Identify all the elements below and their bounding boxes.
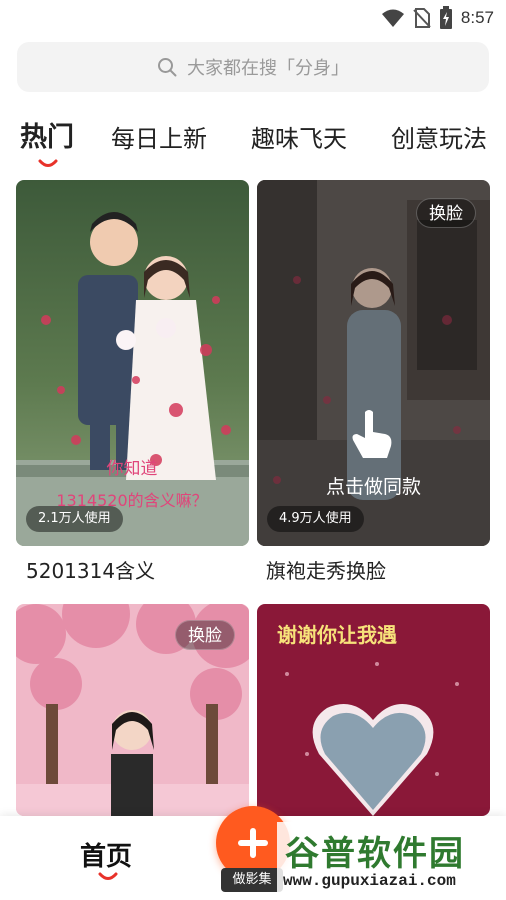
tab-fun-flying[interactable]: 趣味飞天 (251, 119, 347, 154)
card-banner: 谢谢你让我遇 (277, 623, 397, 647)
heart-frame-image: 谢谢你让我遇 (257, 604, 490, 816)
usage-count: 2.1万人使用 (26, 506, 123, 532)
card-title[interactable]: 旗袍走秀换脸 (266, 555, 386, 584)
hand-pointer-icon (352, 410, 392, 458)
tab-creative[interactable]: 创意玩法 (391, 119, 487, 154)
battery-icon (439, 6, 452, 29)
tap-hint: 点击做同款 (325, 476, 421, 498)
search-icon (158, 58, 177, 77)
create-label: 做影集 (221, 868, 283, 892)
face-swap-badge: 换脸 (416, 198, 476, 228)
category-tabs: 热门 每日上新 趣味飞天 创意玩法 (0, 115, 506, 175)
usage-count: 4.9万人使用 (267, 506, 364, 532)
tab-hot[interactable]: 热门 (20, 115, 74, 154)
watermark: 谷普软件园 www.gupuxiazai.com (277, 822, 503, 896)
template-card-thanks[interactable]: 谢谢你让我遇 (257, 604, 490, 816)
face-swap-badge: 换脸 (175, 620, 235, 650)
search-placeholder: 大家都在搜「分身」 (187, 58, 349, 79)
status-time: 8:57 (460, 8, 494, 27)
search-bar[interactable]: 大家都在搜「分身」 (17, 42, 489, 92)
active-tab-indicator (38, 159, 58, 167)
status-icons: 8:57 (381, 6, 494, 30)
nav-home[interactable]: 首页 (80, 836, 132, 873)
caption-line-1: 你知道 (107, 459, 158, 479)
wifi-icon (381, 9, 404, 27)
tab-daily-new[interactable]: 每日上新 (111, 119, 207, 154)
watermark-url: www.gupuxiazai.com (283, 872, 456, 890)
status-bar: 8:57 (0, 0, 506, 34)
plus-icon (238, 828, 268, 858)
no-sim-icon (413, 8, 431, 28)
wedding-couple-image: 你知道 1314520的含义嘛？ (16, 180, 249, 546)
template-card-qipao[interactable]: 点击做同款 换脸 4.9万人使用 (257, 180, 490, 546)
template-card-blossom[interactable]: 换脸 (16, 604, 249, 816)
watermark-title: 谷普软件园 (285, 834, 465, 874)
home-indicator (98, 872, 118, 880)
template-card-5201314[interactable]: 你知道 1314520的含义嘛？ 2.1万人使用 (16, 180, 249, 546)
card-title[interactable]: 5201314含义 (26, 555, 155, 584)
